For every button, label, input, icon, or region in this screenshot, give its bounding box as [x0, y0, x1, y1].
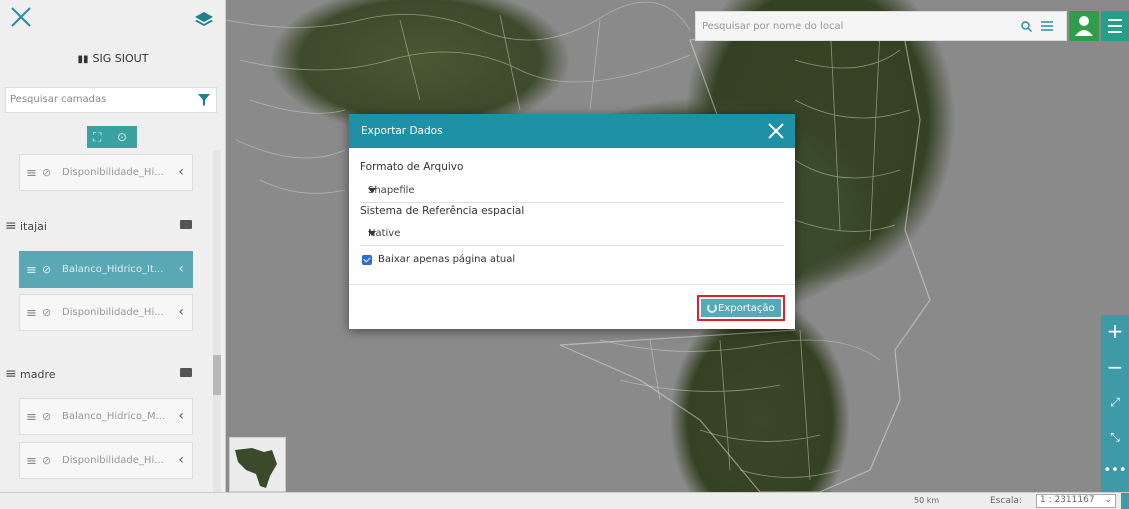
srs-label: Sistema de Referência espacial: [360, 205, 525, 217]
spinner-icon: [707, 303, 717, 313]
dialog-body: Formato de Arquivo Shapefile Sistema de …: [349, 148, 795, 284]
dialog-header: Exportar Dados: [349, 114, 795, 148]
export-button[interactable]: Exportação: [697, 295, 785, 321]
current-page-checkbox[interactable]: [362, 255, 372, 265]
export-button-inner[interactable]: Exportação: [701, 299, 781, 317]
caret-down-icon: [368, 231, 376, 236]
current-page-checkbox-label[interactable]: Baixar apenas página atual: [378, 254, 515, 265]
dialog-footer: Exportação: [349, 284, 795, 329]
srs-select[interactable]: Native: [360, 222, 784, 246]
format-select[interactable]: Shapefile: [360, 179, 784, 203]
caret-down-icon: [368, 188, 376, 193]
export-dialog: Exportar Dados Formato de Arquivo Shapef…: [349, 114, 795, 329]
export-button-label: Exportação: [718, 303, 775, 314]
dialog-title: Exportar Dados: [361, 125, 443, 137]
format-label: Formato de Arquivo: [360, 161, 464, 173]
close-icon[interactable]: [767, 122, 785, 140]
